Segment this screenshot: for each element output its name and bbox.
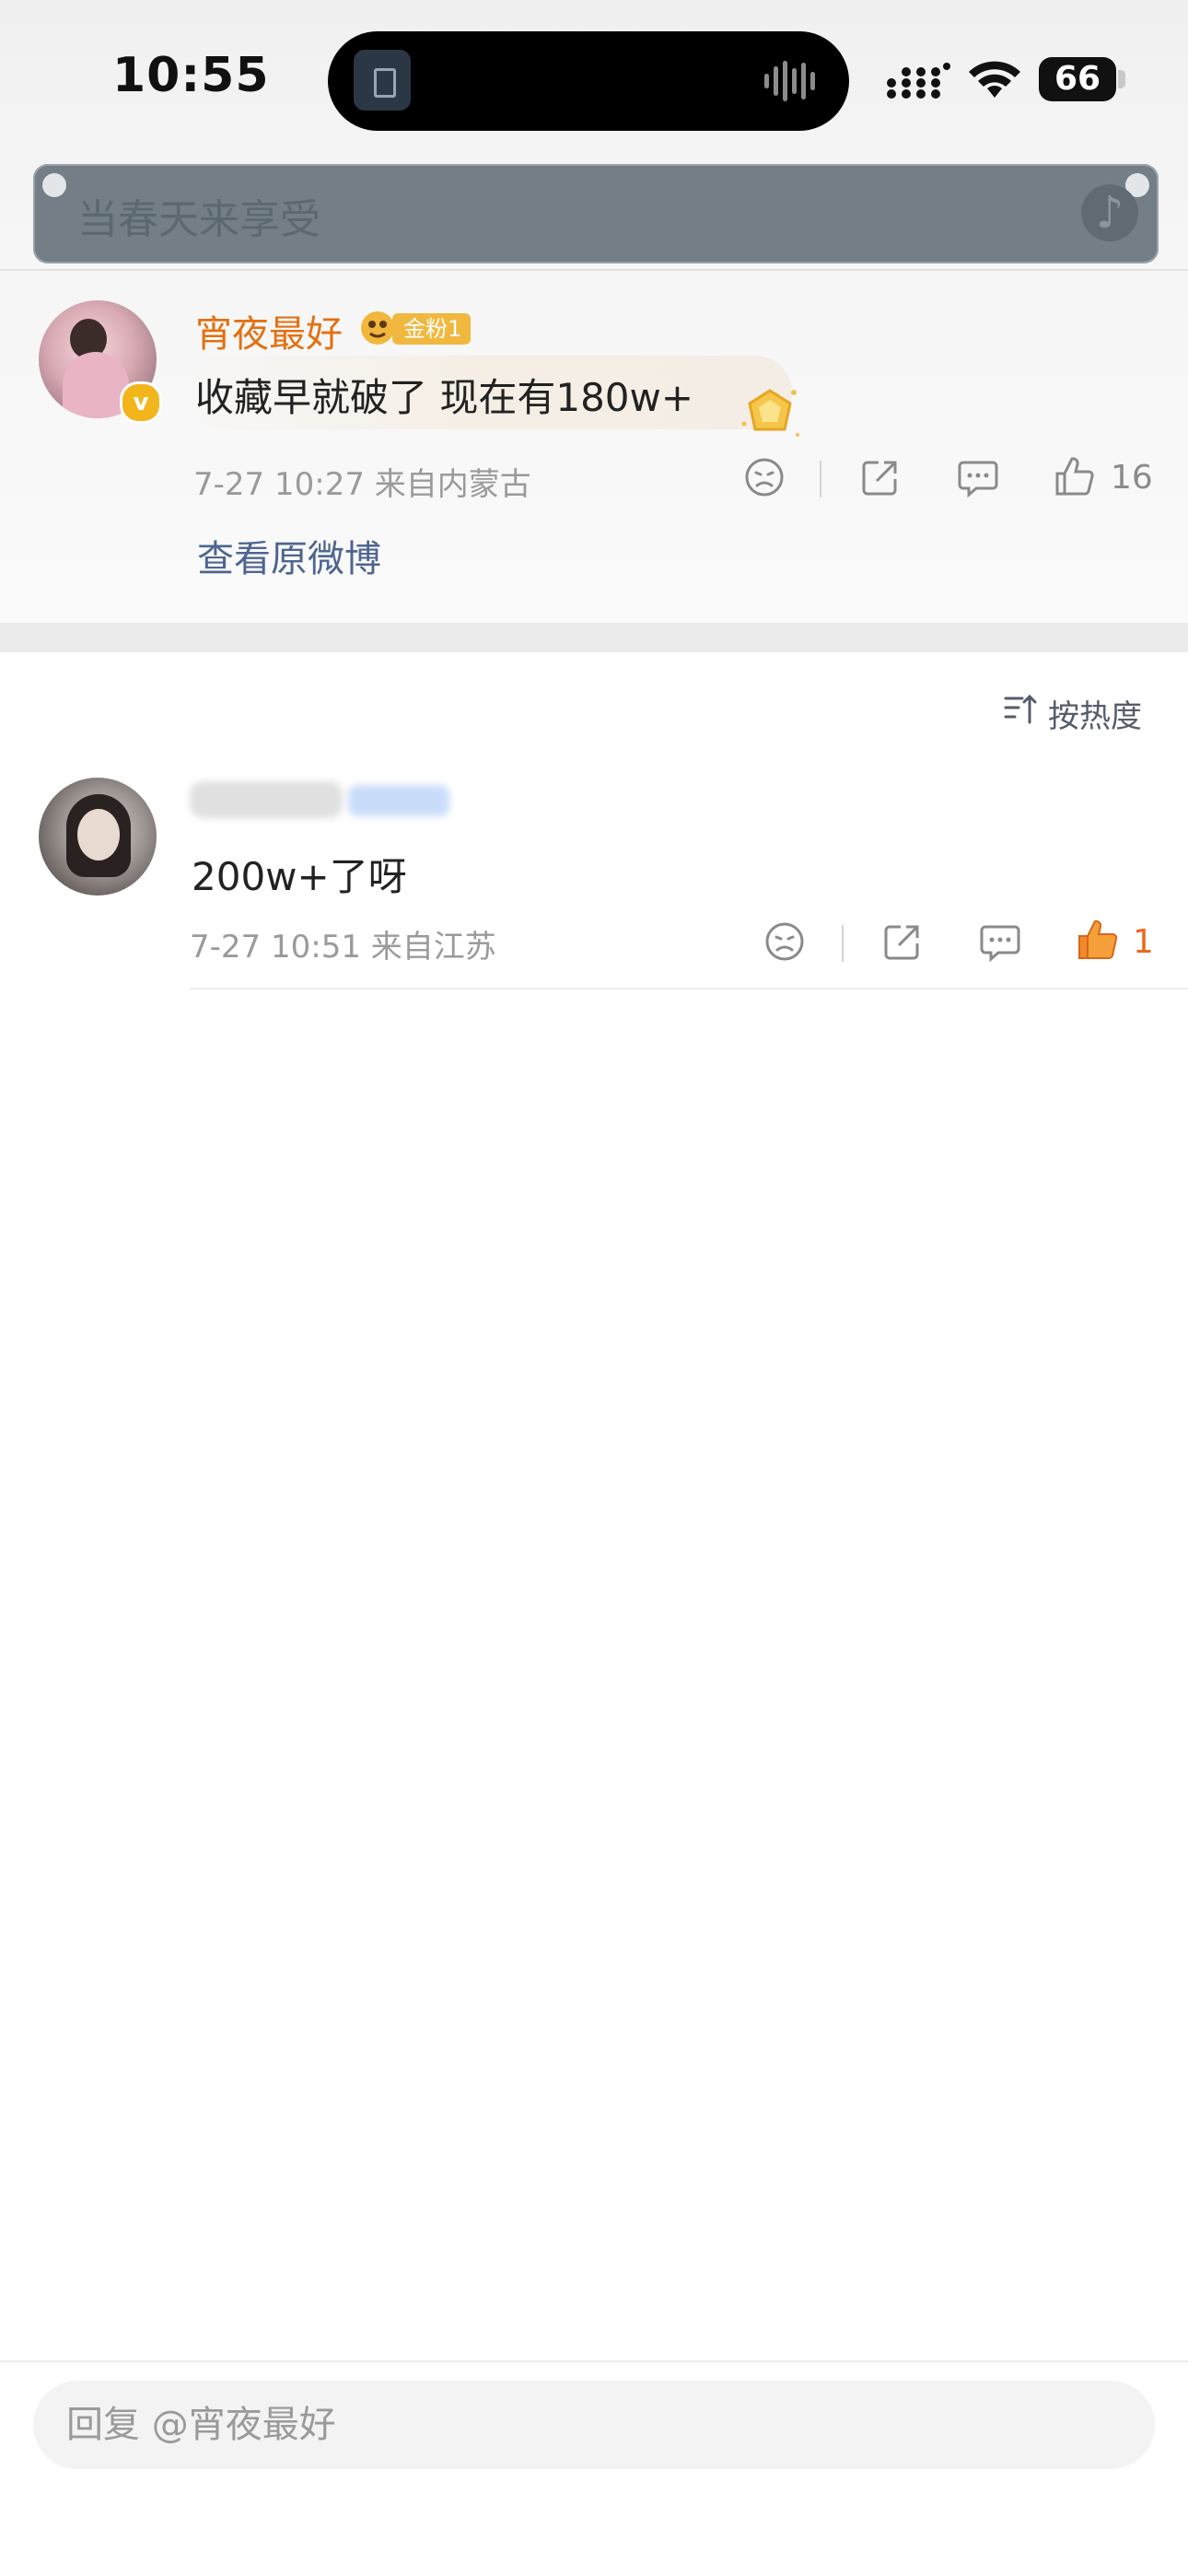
now-playing-thumbnail <box>354 50 411 111</box>
sad-icon[interactable] <box>744 457 785 498</box>
header-divider <box>0 269 1188 271</box>
medal-icon <box>741 389 799 437</box>
comment-icon[interactable] <box>958 459 998 498</box>
section-divider <box>0 623 1188 652</box>
avatar[interactable] <box>39 778 157 896</box>
share-icon[interactable] <box>860 457 901 498</box>
battery-cap <box>1118 70 1125 88</box>
search-bar[interactable]: 当春天来享受 ♪ <box>33 164 1159 263</box>
audio-wave-icon <box>764 61 815 101</box>
share-icon[interactable] <box>882 921 923 962</box>
liked-icon[interactable] <box>1076 918 1118 962</box>
reply-divider <box>190 988 1188 989</box>
wifi-icon <box>969 61 1020 98</box>
battery-icon: 66 <box>1039 57 1116 101</box>
like-count: 16 <box>1111 459 1153 497</box>
view-original-link[interactable]: 查看原微博 <box>197 529 381 582</box>
blurred-badge <box>348 785 449 816</box>
reply-text: 200w+了呀 <box>192 854 407 899</box>
reply-meta: 7-27 10:51 来自江苏 <box>190 929 496 966</box>
music-note-icon[interactable]: ♪ <box>1081 184 1138 241</box>
sort-label[interactable]: 按热度 <box>1048 691 1142 736</box>
search-placeholder: 当春天来享受 <box>77 196 320 243</box>
blurred-username[interactable] <box>190 781 343 818</box>
dynamic-island[interactable] <box>328 31 849 131</box>
verified-icon: v <box>120 381 162 424</box>
like-icon[interactable] <box>1054 455 1094 498</box>
sort-icon[interactable] <box>1004 693 1037 726</box>
signal-icon <box>887 63 950 99</box>
comment-meta: 7-27 10:27 来自内蒙古 <box>193 466 531 503</box>
search-corner-dot <box>42 173 66 197</box>
fan-badge: 金粉1 <box>392 313 472 345</box>
status-time: 10:55 <box>112 48 270 103</box>
reply-input[interactable] <box>33 2381 1155 2469</box>
actions-divider <box>842 925 844 962</box>
like-count: 1 <box>1133 923 1154 961</box>
comment-text: 收藏早就破了 现在有180w+ <box>195 375 694 420</box>
bottom-divider <box>0 2360 1188 2362</box>
actions-divider <box>820 461 821 498</box>
comment-icon[interactable] <box>980 923 1020 962</box>
username[interactable]: 宵夜最好 <box>195 304 343 357</box>
sad-icon[interactable] <box>764 921 805 962</box>
